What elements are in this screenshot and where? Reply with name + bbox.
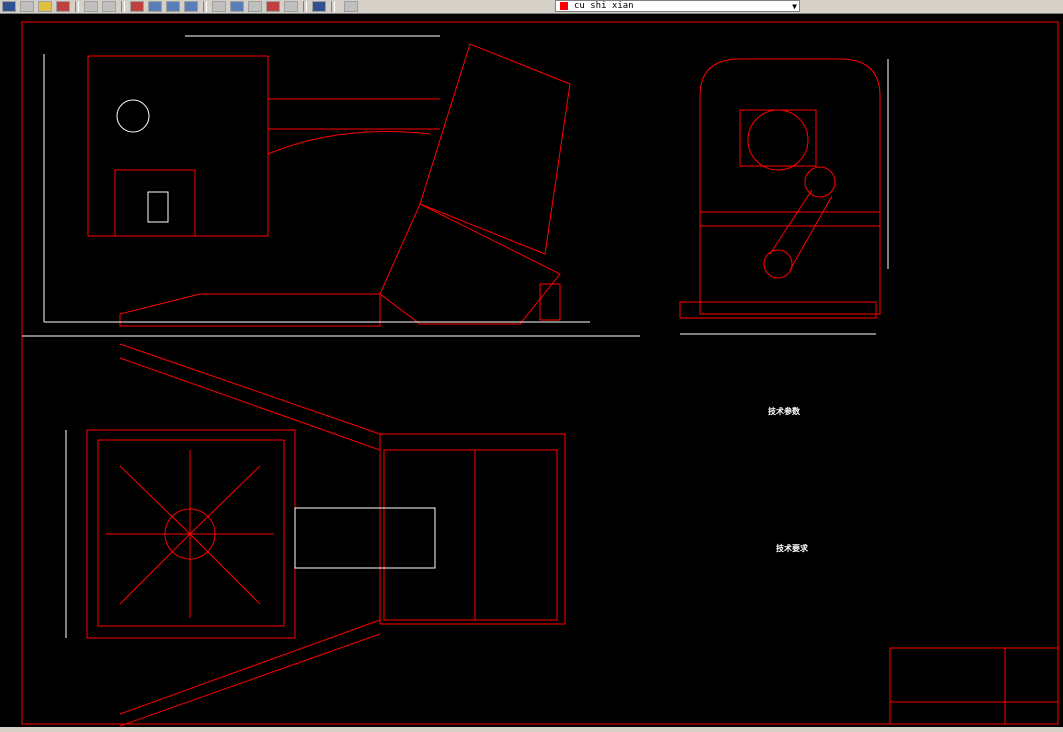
layer-dropdown[interactable]: cu shi xian ▼ (555, 0, 800, 12)
tech-requirements-title: 技术要求 (776, 544, 808, 553)
zoom-realtime-icon[interactable] (148, 1, 162, 12)
zoom-window-icon[interactable] (166, 1, 180, 12)
cut-icon[interactable] (2, 1, 16, 12)
plan-view (65, 343, 566, 727)
redo-icon[interactable] (102, 1, 116, 12)
side-view (679, 58, 889, 335)
zoom-previous-icon[interactable] (184, 1, 198, 12)
standard-toolbar (0, 0, 1063, 14)
layer-manager-icon[interactable] (344, 1, 358, 12)
layer-color-swatch (560, 2, 568, 10)
undo-icon[interactable] (84, 1, 98, 12)
drawing-canvas[interactable] (0, 14, 1063, 727)
separator (121, 1, 125, 12)
separator (331, 1, 335, 12)
tech-params-title: 技术参数 (768, 407, 800, 416)
calculator-icon[interactable] (266, 1, 280, 12)
title-block (889, 647, 1059, 725)
drawing-border (21, 21, 1059, 725)
status-bar (0, 727, 1063, 732)
separator (203, 1, 207, 12)
match-properties-icon[interactable] (56, 1, 70, 12)
front-view (43, 35, 590, 327)
copy-icon[interactable] (20, 1, 34, 12)
chevron-down-icon[interactable]: ▼ (792, 2, 797, 11)
design-center-icon[interactable] (230, 1, 244, 12)
paste-icon[interactable] (38, 1, 52, 12)
help-icon[interactable] (312, 1, 326, 12)
separator (303, 1, 307, 12)
properties-icon[interactable] (212, 1, 226, 12)
separator (75, 1, 79, 12)
layer-name: cu shi xian (574, 1, 634, 11)
tool-palettes-icon[interactable] (248, 1, 262, 12)
calc-grid-icon[interactable] (284, 1, 298, 12)
pan-icon[interactable] (130, 1, 144, 12)
